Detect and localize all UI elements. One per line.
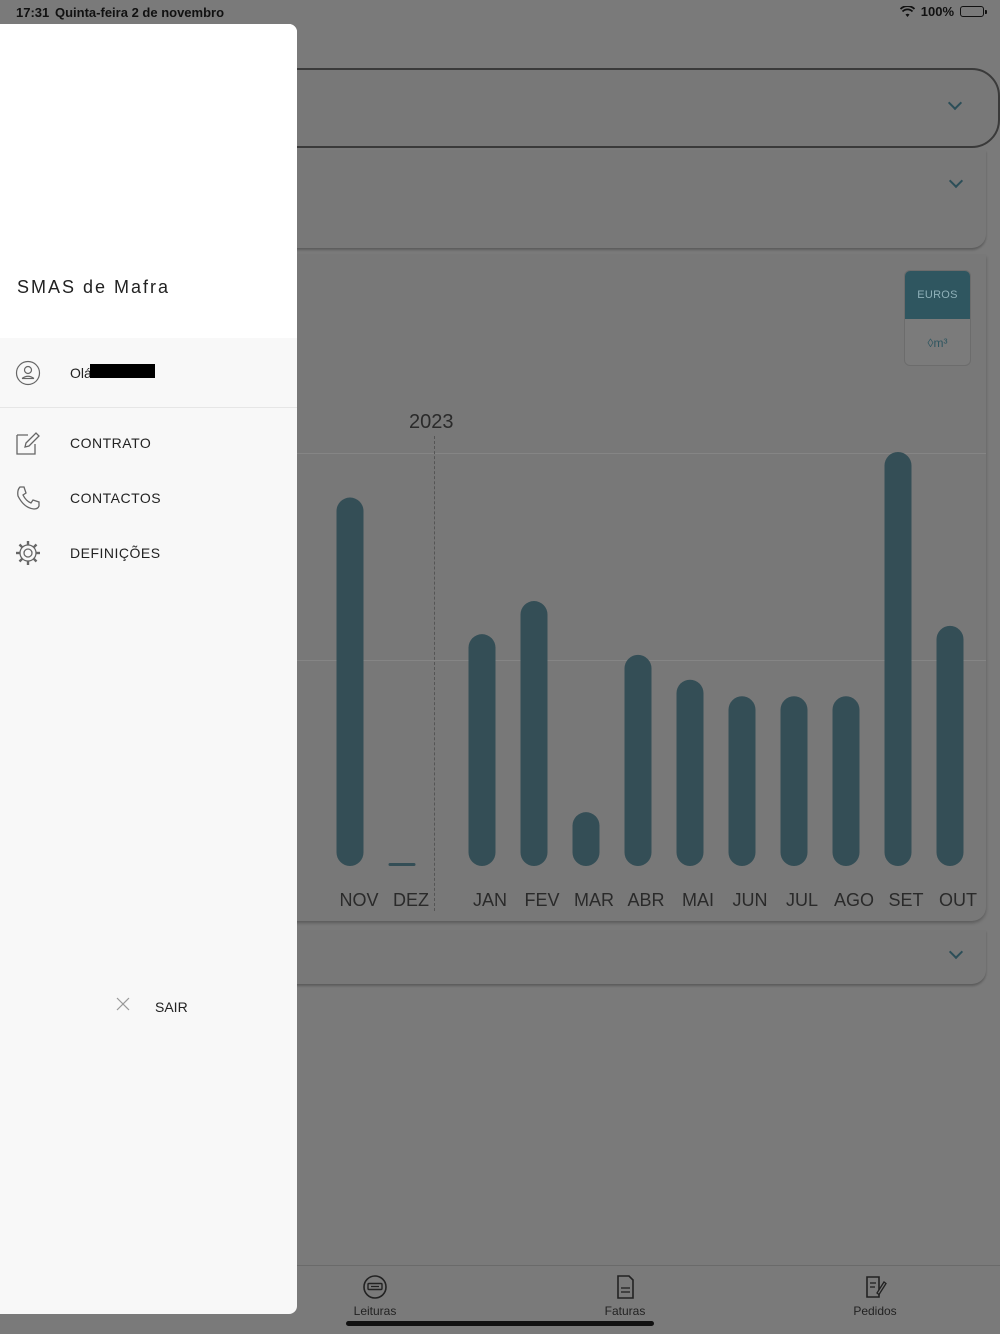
unit-m3-label: m³ xyxy=(933,336,948,350)
status-indicators: 100% xyxy=(899,4,987,19)
wifi-icon xyxy=(899,5,915,17)
requests-icon xyxy=(866,1276,887,1298)
grid-line xyxy=(297,453,986,454)
details-select[interactable] xyxy=(230,930,986,984)
consumption-chart-card xyxy=(230,255,986,921)
tab-label: Faturas xyxy=(604,1304,646,1318)
drawer-header: SMAS de Mafra xyxy=(0,24,297,338)
phone-icon xyxy=(17,486,40,510)
menu-item-contactos[interactable]: CONTACTOS xyxy=(0,475,297,521)
menu-item-label: DEFINIÇÕES xyxy=(70,545,161,561)
chevron-down-icon xyxy=(947,95,963,111)
redacted-username xyxy=(90,371,155,378)
unit-euros-button[interactable]: EUROS xyxy=(905,271,970,319)
logout-label: SAIR xyxy=(155,999,188,1015)
period-select[interactable] xyxy=(230,150,986,248)
tab-leituras[interactable]: Leituras xyxy=(315,1274,435,1318)
status-time: 17:31 xyxy=(16,5,50,20)
edit-icon xyxy=(16,432,40,455)
user-icon xyxy=(15,360,41,386)
status-bar: 17:31 Quinta-feira 2 de novembro 100% xyxy=(0,0,1000,24)
grid-line xyxy=(297,660,986,661)
status-date: Quinta-feira 2 de novembro xyxy=(55,5,225,20)
unit-toggle[interactable]: EUROS ◊m³ xyxy=(904,270,971,366)
year-label: 2023 xyxy=(409,411,454,433)
greeting: Olá xyxy=(70,365,92,381)
contract-select[interactable] xyxy=(230,68,1000,148)
chevron-down-icon xyxy=(948,944,964,960)
readings-icon xyxy=(363,1275,387,1299)
tab-pedidos[interactable]: Pedidos xyxy=(815,1274,935,1318)
battery-icon xyxy=(960,6,987,17)
tab-label: Leituras xyxy=(353,1304,397,1318)
gear-icon xyxy=(16,541,40,565)
tab-faturas[interactable]: Faturas xyxy=(565,1274,685,1318)
logout-button[interactable]: SAIR xyxy=(110,989,220,1023)
home-indicator[interactable] xyxy=(346,1321,654,1326)
chevron-down-icon xyxy=(948,173,964,189)
menu-item-label: CONTRATO xyxy=(70,435,152,451)
year-divider xyxy=(434,436,435,911)
invoice-icon xyxy=(617,1275,634,1299)
unit-m3-button[interactable]: ◊m³ xyxy=(905,319,970,365)
user-profile[interactable]: Olá xyxy=(0,338,297,408)
close-icon xyxy=(116,997,130,1011)
tab-label: Pedidos xyxy=(853,1304,897,1318)
menu-item-label: CONTACTOS xyxy=(70,490,162,506)
menu-item-contrato[interactable]: CONTRATO xyxy=(0,420,297,466)
brand-name: SMAS de Mafra xyxy=(17,277,171,297)
menu-item-definicoes[interactable]: DEFINIÇÕES xyxy=(0,530,297,576)
battery-percent: 100% xyxy=(920,4,954,19)
side-drawer: SMAS de Mafra Olá CONTRATO CONTACTOS DEF… xyxy=(0,24,297,1314)
